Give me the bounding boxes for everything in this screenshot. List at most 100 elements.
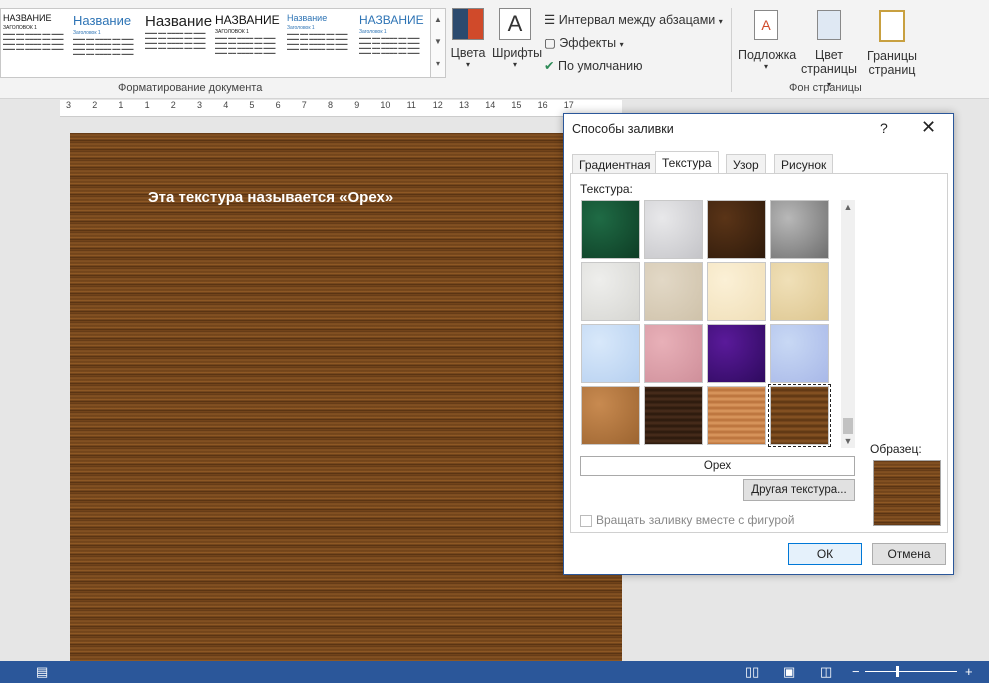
- zoom-in-button[interactable]: +: [965, 664, 973, 679]
- effects-icon: ▢: [544, 36, 556, 50]
- texture-cork[interactable]: [581, 386, 640, 445]
- style-heading: Название: [145, 13, 213, 30]
- texture-pink-tissue[interactable]: [644, 324, 703, 383]
- style-sample-line: ▬▬▬ ▬▬ ▬▬▬▬ ▬▬ ▬▬▬: [287, 46, 348, 51]
- fonts-button[interactable]: A Шрифты ▾: [492, 8, 543, 69]
- tab-pattern[interactable]: Узор: [726, 154, 766, 175]
- print-layout-icon[interactable]: ▣: [783, 664, 795, 680]
- check-circle-icon: ✔: [544, 59, 555, 73]
- ruler-tick: 3: [66, 100, 72, 110]
- page-color-button[interactable]: Цвет страницы ▾: [798, 10, 860, 90]
- scroll-down-icon[interactable]: ▼: [841, 434, 855, 448]
- ruler-tick: 2: [170, 100, 176, 110]
- style-gallery-item[interactable]: НАЗВАНИЕ ЗАГОЛОВОК 1 ▬▬▬ ▬▬ ▬▬▬▬ ▬▬ ▬▬▬ ▬▬▬…: [3, 9, 71, 77]
- sample-label: Образец:: [870, 442, 922, 456]
- watermark-button[interactable]: A Подложка ▾: [738, 10, 796, 71]
- ruler-tick: 3: [197, 100, 203, 110]
- style-sample-line: ▬▬▬ ▬▬ ▬▬▬▬ ▬▬ ▬▬▬: [145, 45, 206, 50]
- close-button[interactable]: ✕: [921, 117, 936, 138]
- horizontal-ruler[interactable]: 3 2 1 1 2 3 4 5 6 7 8 9 10 11 12 13 14 15 16 17: [60, 100, 622, 117]
- style-heading: НАЗВАНИЕ: [215, 13, 280, 27]
- zoom-slider-thumb[interactable]: [896, 666, 899, 677]
- colors-label: Цвета: [450, 46, 486, 60]
- scroll-up-icon[interactable]: ▲: [841, 200, 855, 214]
- effects-label: Эффекты: [559, 36, 617, 50]
- gallery-down-icon[interactable]: ▼: [431, 31, 445, 53]
- help-button[interactable]: ?: [880, 120, 888, 136]
- style-sample-line: ▬▬▬ ▬▬ ▬▬▬▬ ▬▬ ▬▬▬: [73, 51, 134, 56]
- texture-parchment[interactable]: [707, 262, 766, 321]
- style-gallery-item[interactable]: Название Заголовок 1 ▬▬▬ ▬▬ ▬▬▬▬ ▬▬ ▬▬▬ ▬▬▬…: [287, 9, 355, 77]
- ruler-tick: 15: [511, 100, 522, 110]
- read-mode-icon[interactable]: ▯▯: [745, 664, 759, 680]
- texture-walnut[interactable]: [768, 384, 831, 447]
- ribbon: ▲ ▼ ▾ НАЗВАНИЕ ЗАГОЛОВОК 1 ▬▬▬ ▬▬ ▬▬▬▬ ▬▬ …: [0, 0, 989, 99]
- set-default-button[interactable]: ✔ По умолчанию: [544, 58, 643, 73]
- ok-button[interactable]: ОК: [788, 543, 862, 565]
- zoom-slider-track[interactable]: [865, 671, 957, 672]
- zoom-out-button[interactable]: −: [852, 664, 860, 679]
- other-texture-button[interactable]: Другая текстура...: [743, 479, 855, 501]
- style-heading: Название: [73, 13, 132, 28]
- texture-recycled-paper[interactable]: [581, 262, 640, 321]
- watermark-icon: A: [754, 10, 778, 40]
- page-stats-icon[interactable]: ▤: [36, 664, 48, 680]
- ruler-tick: 4: [223, 100, 229, 110]
- texture-white-marble[interactable]: [644, 200, 703, 259]
- ruler-tick: 2: [92, 100, 98, 110]
- cancel-button[interactable]: Отмена: [872, 543, 946, 565]
- texture-papyrus[interactable]: [770, 262, 829, 321]
- colors-button[interactable]: Цвета ▾: [449, 8, 487, 69]
- fonts-label: Шрифты: [492, 46, 543, 60]
- texture-walnut-dark[interactable]: [644, 386, 703, 445]
- texture-green-marble[interactable]: [581, 200, 640, 259]
- style-heading: НАЗВАНИЕ: [3, 13, 52, 23]
- texture-grid: [581, 200, 837, 448]
- sample-preview: [873, 460, 941, 526]
- texture-purple-mesh[interactable]: [707, 324, 766, 383]
- style-gallery-item[interactable]: Название ▬▬▬ ▬▬ ▬▬▬▬ ▬▬ ▬▬▬ ▬▬▬ ▬▬ ▬▬▬▬ ▬▬…: [145, 9, 213, 77]
- web-layout-icon[interactable]: ◫: [820, 664, 832, 680]
- page-borders-label-1: Границы: [867, 49, 917, 63]
- rotate-with-shape-checkbox[interactable]: Вращать заливку вместе с фигурой: [580, 513, 794, 527]
- style-gallery-item[interactable]: НАЗВАНИЕ Заголовок 1 ▬▬▬ ▬▬ ▬▬▬▬ ▬▬ ▬▬▬ ▬▬▬…: [359, 9, 427, 77]
- chevron-down-icon: ▾: [512, 60, 517, 69]
- texture-brown-marble[interactable]: [707, 200, 766, 259]
- ruler-tick: 8: [328, 100, 334, 110]
- texture-scrollbar[interactable]: ▲ ▼: [841, 200, 855, 448]
- ruler-tick: 5: [249, 100, 255, 110]
- page-borders-label-2: страниц: [868, 63, 916, 77]
- gallery-more-icon[interactable]: ▾: [431, 53, 445, 75]
- checkbox-box[interactable]: [580, 514, 592, 527]
- ruler-tick: 1: [144, 100, 150, 110]
- texture-oak[interactable]: [707, 386, 766, 445]
- set-default-label: По умолчанию: [557, 59, 643, 73]
- scroll-thumb[interactable]: [843, 418, 853, 434]
- document-text[interactable]: Эта текстура называется «Орех»: [148, 189, 393, 206]
- paragraph-spacing-icon: ☰: [544, 13, 556, 27]
- texture-granite[interactable]: [770, 200, 829, 259]
- gallery-scroll[interactable]: ▲ ▼ ▾: [430, 9, 445, 77]
- page-color-icon: [817, 10, 841, 40]
- page-borders-button[interactable]: Границы страниц: [864, 10, 920, 77]
- ruler-tick: 6: [275, 100, 281, 110]
- tab-gradient[interactable]: Градиентная: [572, 154, 658, 175]
- group-label-document-formatting: Форматирование документа: [118, 82, 263, 94]
- page-borders-icon: [879, 10, 905, 42]
- document-page[interactable]: Эта текстура называется «Орех»: [70, 133, 622, 661]
- gallery-up-icon[interactable]: ▲: [431, 9, 445, 31]
- texture-bouquet[interactable]: [770, 324, 829, 383]
- tab-picture[interactable]: Рисунок: [774, 154, 834, 175]
- status-bar: ▤ ▯▯ ▣ ◫ − +: [0, 661, 989, 683]
- tab-texture[interactable]: Текстура: [655, 151, 719, 175]
- texture-stationery[interactable]: [644, 262, 703, 321]
- paragraph-spacing-button[interactable]: ☰ Интервал между абзацами ▾: [544, 12, 723, 27]
- style-gallery-item[interactable]: Название Заголовок 1 ▬▬▬ ▬▬ ▬▬▬▬ ▬▬ ▬▬▬ ▬▬▬…: [73, 9, 141, 77]
- group-label-page-background: Фон страницы: [789, 82, 862, 94]
- ruler-tick: 9: [354, 100, 360, 110]
- chevron-down-icon: ▾: [763, 62, 768, 71]
- style-gallery-item[interactable]: НАЗВАНИЕ ЗАГОЛОВОК 1 ▬▬▬ ▬▬ ▬▬▬▬ ▬▬ ▬▬▬ ▬▬▬…: [215, 9, 283, 77]
- colors-icon: [452, 8, 484, 40]
- effects-button[interactable]: ▢ Эффекты ▾: [544, 35, 624, 50]
- texture-blue-tissue[interactable]: [581, 324, 640, 383]
